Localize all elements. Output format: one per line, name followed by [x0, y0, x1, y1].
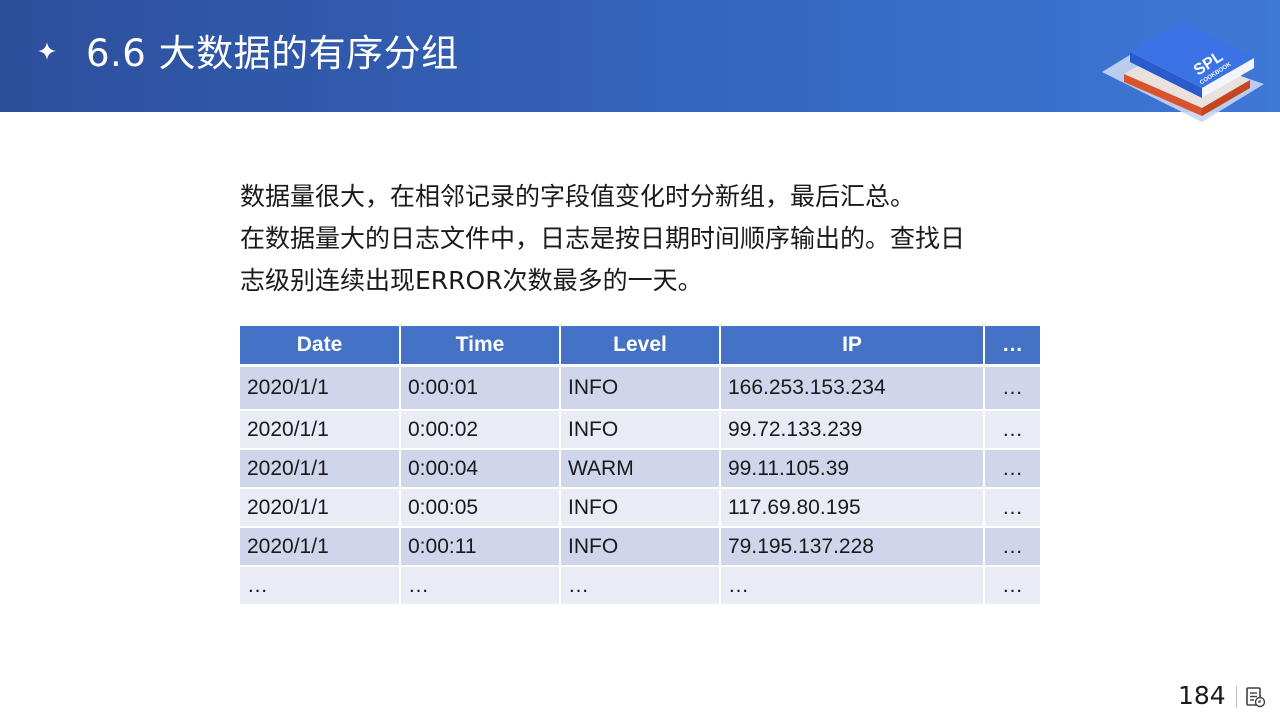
ip-cell: 79.195.137.228	[720, 527, 985, 567]
table-row: 2020/1/1 0:00:05 INFO 117.69.80.195 …	[240, 488, 1040, 528]
column-header-more: …	[984, 326, 1040, 367]
date-cell: 2020/1/1	[240, 527, 401, 567]
more-cell: …	[984, 527, 1040, 567]
sparkle-icon	[38, 42, 56, 60]
notes-icon[interactable]	[1244, 686, 1266, 708]
log-table: Date Time Level IP … 2020/1/1 0:00:01 IN…	[240, 326, 1040, 606]
level-cell: INFO	[560, 527, 721, 567]
more-cell: …	[984, 410, 1040, 450]
column-header-date: Date	[240, 326, 401, 367]
ip-cell: 99.11.105.39	[720, 449, 985, 489]
slide-title: 6.6 大数据的有序分组	[86, 32, 459, 75]
more-cell: …	[984, 449, 1040, 489]
table-row: 2020/1/1 0:00:04 WARM 99.11.105.39 …	[240, 449, 1040, 489]
date-cell: 2020/1/1	[240, 365, 401, 411]
column-header-ip: IP	[720, 326, 985, 367]
footer-divider	[1236, 686, 1237, 708]
level-cell: WARM	[560, 449, 721, 489]
time-cell: …	[400, 566, 561, 606]
intro-line: 数据量很大，在相邻记录的字段值变化时分新组，最后汇总。	[240, 182, 916, 211]
ip-cell: 99.72.133.239	[720, 410, 985, 450]
column-header-time: Time	[400, 326, 561, 367]
table-row: 2020/1/1 0:00:02 INFO 99.72.133.239 …	[240, 410, 1040, 450]
intro-text: 数据量很大，在相邻记录的字段值变化时分新组，最后汇总。 在数据量大的日志文件中，…	[240, 176, 1040, 302]
page-number: 184	[1178, 681, 1226, 710]
more-cell: …	[984, 488, 1040, 528]
time-cell: 0:00:04	[400, 449, 561, 489]
time-cell: 0:00:05	[400, 488, 561, 528]
table-row: 2020/1/1 0:00:01 INFO 166.253.153.234 …	[240, 365, 1040, 411]
ip-cell: …	[720, 566, 985, 606]
table-row: … … … … …	[240, 566, 1040, 606]
level-cell: INFO	[560, 410, 721, 450]
time-cell: 0:00:01	[400, 365, 561, 411]
time-cell: 0:00:02	[400, 410, 561, 450]
table-header-row: Date Time Level IP …	[240, 326, 1040, 367]
ip-cell: 117.69.80.195	[720, 488, 985, 528]
intro-line: 志级别连续出现ERROR次数最多的一天。	[240, 266, 703, 295]
more-cell: …	[984, 566, 1040, 606]
date-cell: 2020/1/1	[240, 488, 401, 528]
table-row: 2020/1/1 0:00:11 INFO 79.195.137.228 …	[240, 527, 1040, 567]
time-cell: 0:00:11	[400, 527, 561, 567]
level-cell: INFO	[560, 488, 721, 528]
date-cell: 2020/1/1	[240, 449, 401, 489]
ip-cell: 166.253.153.234	[720, 365, 985, 411]
intro-line: 在数据量大的日志文件中，日志是按日期时间顺序输出的。查找日	[240, 224, 966, 253]
date-cell: 2020/1/1	[240, 410, 401, 450]
level-cell: …	[560, 566, 721, 606]
slide-header: 6.6 大数据的有序分组 SPL COOKBOOK	[0, 0, 1280, 122]
level-cell: INFO	[560, 365, 721, 411]
column-header-level: Level	[560, 326, 721, 367]
more-cell: …	[984, 365, 1040, 411]
date-cell: …	[240, 566, 401, 606]
spl-cookbook-logo: SPL COOKBOOK	[1102, 22, 1264, 122]
